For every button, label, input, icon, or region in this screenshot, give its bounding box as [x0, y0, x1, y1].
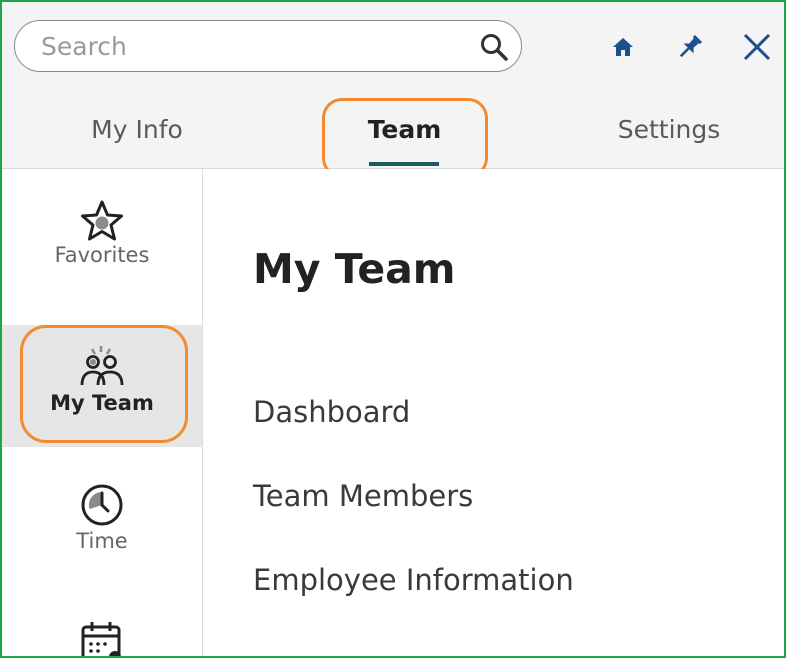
close-button[interactable] [740, 30, 774, 64]
tab-my-info[interactable]: My Info [72, 108, 202, 152]
home-button[interactable] [606, 30, 640, 64]
tab-highlight-callout [322, 98, 488, 178]
home-icon [613, 38, 633, 56]
close-icon [743, 33, 771, 61]
calendar-icon [81, 622, 121, 656]
app-panel: My Info Team Settings Favorites My [0, 0, 786, 658]
link-dashboard[interactable]: Dashboard [253, 395, 410, 429]
sidebar-item-favorites[interactable]: Favorites [2, 199, 202, 299]
sidebar-item-time[interactable]: Time [2, 481, 202, 581]
search-icon[interactable] [479, 32, 509, 62]
search-input[interactable] [41, 29, 461, 63]
sidebar-highlight-callout [20, 325, 188, 443]
search-box[interactable] [14, 20, 522, 72]
tab-settings[interactable]: Settings [594, 108, 744, 152]
link-team-members[interactable]: Team Members [253, 479, 473, 513]
clock-icon [81, 484, 123, 526]
sidebar-item-calendar[interactable] [2, 619, 202, 656]
link-employee-information[interactable]: Employee Information [253, 563, 574, 597]
top-bar [2, 2, 784, 94]
star-icon [81, 200, 123, 241]
sidebar-item-label: Favorites [54, 243, 150, 267]
page-title: My Team [253, 245, 456, 293]
sidebar-item-label: Time [76, 529, 128, 553]
pin-icon [679, 34, 703, 58]
pin-button[interactable] [673, 30, 707, 64]
main-content: My Team Dashboard Team Members Employee … [203, 169, 784, 656]
